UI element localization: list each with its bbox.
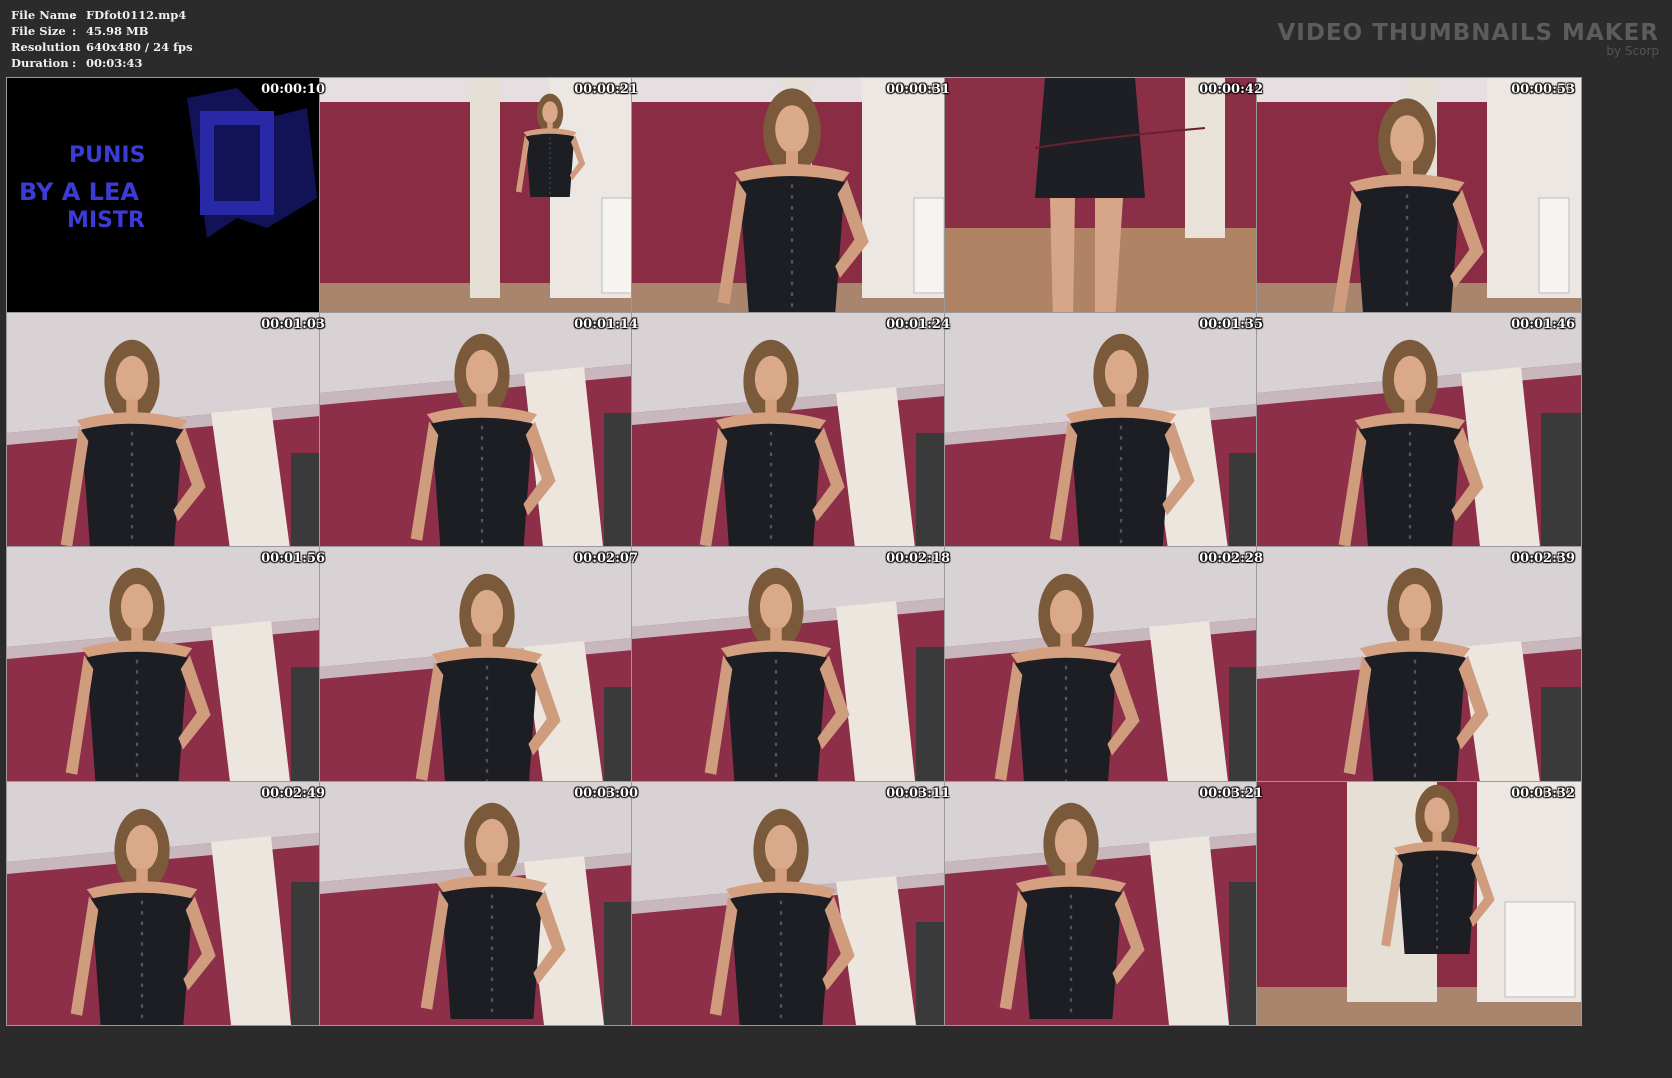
file-info-separator: : — [72, 56, 77, 70]
video-thumbnail[interactable]: 00:00:31 — [631, 77, 957, 322]
timestamp-label: 00:02:49 — [261, 786, 325, 801]
video-thumbnail[interactable]: 00:01:24 — [631, 312, 957, 557]
video-frame — [7, 313, 331, 556]
video-thumbnail[interactable]: PUNIS BY A LEA MISTR 00:00:10 — [6, 77, 332, 322]
brand-watermark: VIDEO THUMBNAILS MAKER by Scorp — [1277, 20, 1659, 58]
file-info-separator: : — [72, 24, 77, 38]
timestamp-label: 00:01:46 — [1511, 317, 1575, 332]
file-info-key: File Size — [11, 24, 66, 38]
file-info-key: Duration — [11, 56, 69, 70]
video-frame — [632, 782, 956, 1025]
timestamp-label: 00:02:07 — [574, 551, 638, 566]
video-frame — [1257, 78, 1581, 321]
video-thumbnail[interactable]: 00:03:21 — [944, 781, 1270, 1026]
video-frame — [945, 78, 1269, 321]
video-thumbnail[interactable]: 00:00:42 — [944, 77, 1270, 322]
title-card-line: BY A LEA — [19, 178, 139, 206]
file-info-key: File Name — [11, 8, 77, 22]
timestamp-label: 00:03:11 — [886, 786, 950, 801]
video-thumbnail[interactable]: 00:02:18 — [631, 546, 957, 791]
title-card-line: MISTR — [67, 208, 145, 233]
file-info-value: 640x480 / 24 fps — [86, 40, 193, 54]
video-frame — [1257, 547, 1581, 790]
timestamp-label: 00:03:21 — [1199, 786, 1263, 801]
video-frame — [320, 78, 644, 321]
video-frame — [945, 313, 1269, 556]
video-frame — [945, 547, 1269, 790]
brand-subtitle: by Scorp — [1606, 44, 1659, 58]
timestamp-label: 00:02:28 — [1199, 551, 1263, 566]
file-info-value: 00:03:43 — [86, 56, 143, 70]
video-frame — [320, 782, 644, 1025]
video-frame — [945, 782, 1269, 1025]
file-info-key: Resolution — [11, 40, 81, 54]
video-thumbnail[interactable]: 00:02:39 — [1256, 546, 1582, 791]
file-info-row: Duration:00:03:43 — [11, 55, 193, 71]
file-info-separator: : — [72, 40, 77, 54]
thumbnail-grid: PUNIS BY A LEA MISTR 00:00:10 00:00:21 00:00:… — [6, 77, 1666, 1072]
timestamp-label: 00:00:31 — [886, 82, 950, 97]
video-thumbnail[interactable]: 00:03:00 — [319, 781, 645, 1026]
video-thumbnail[interactable]: 00:01:46 — [1256, 312, 1582, 557]
video-thumbnail[interactable]: 00:03:32 — [1256, 781, 1582, 1026]
video-frame — [7, 547, 331, 790]
timestamp-label: 00:01:24 — [886, 317, 950, 332]
video-frame — [632, 547, 956, 790]
video-thumbnail[interactable]: 00:02:28 — [944, 546, 1270, 791]
brand-title: VIDEO THUMBNAILS MAKER — [1277, 20, 1659, 46]
file-info-value: FDfot0112.mp4 — [86, 8, 187, 22]
video-thumbnail[interactable]: 00:01:56 — [6, 546, 332, 791]
file-info-separator: : — [72, 8, 77, 22]
timestamp-label: 00:03:32 — [1511, 786, 1575, 801]
video-thumbnail[interactable]: 00:03:11 — [631, 781, 957, 1026]
video-thumbnail[interactable]: 00:00:21 — [319, 77, 645, 322]
timestamp-label: 00:00:53 — [1511, 82, 1575, 97]
title-card-line: PUNIS — [69, 143, 146, 168]
file-info-row: Resolution:640x480 / 24 fps — [11, 39, 193, 55]
video-frame — [320, 547, 644, 790]
timestamp-label: 00:02:39 — [1511, 551, 1575, 566]
video-thumbnail[interactable]: 00:02:07 — [319, 546, 645, 791]
video-frame — [632, 313, 956, 556]
file-info-row: File Name: FDfot0112.mp4 — [11, 7, 193, 23]
timestamp-label: 00:01:56 — [261, 551, 325, 566]
video-frame — [7, 782, 331, 1025]
video-thumbnail[interactable]: 00:01:03 — [6, 312, 332, 557]
video-thumbnail[interactable]: 00:01:14 — [319, 312, 645, 557]
timestamp-label: 00:03:00 — [574, 786, 638, 801]
video-frame — [1257, 313, 1581, 556]
timestamp-label: 00:01:35 — [1199, 317, 1263, 332]
timestamp-label: 00:01:03 — [261, 317, 325, 332]
timestamp-label: 00:00:42 — [1199, 82, 1263, 97]
file-info-panel: File Name: FDfot0112.mp4 File Size:45.98 M… — [11, 7, 193, 71]
timestamp-label: 00:00:10 — [261, 82, 325, 97]
video-thumbnail[interactable]: 00:00:53 — [1256, 77, 1582, 322]
timestamp-label: 00:02:18 — [886, 551, 950, 566]
title-card-text: PUNIS BY A LEA MISTR — [7, 78, 331, 321]
video-frame — [632, 78, 956, 321]
video-frame — [320, 313, 644, 556]
timestamp-label: 00:00:21 — [574, 82, 638, 97]
video-thumbnail[interactable]: 00:01:35 — [944, 312, 1270, 557]
timestamp-label: 00:01:14 — [574, 317, 638, 332]
video-frame — [1257, 782, 1581, 1025]
video-thumbnail[interactable]: 00:02:49 — [6, 781, 332, 1026]
file-info-value: 45.98 MB — [86, 24, 149, 38]
file-info-row: File Size:45.98 MB — [11, 23, 193, 39]
